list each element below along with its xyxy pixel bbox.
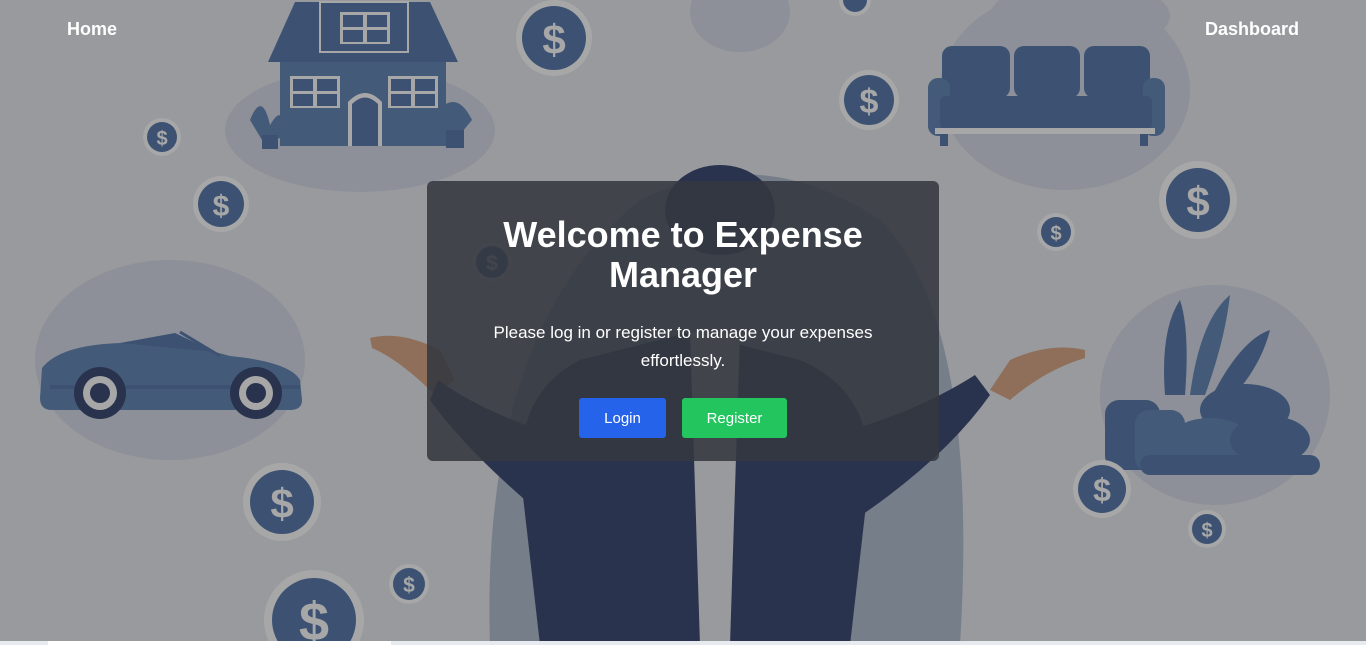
welcome-subtitle: Please log in or register to manage your…: [493, 323, 873, 370]
register-button[interactable]: Register: [682, 398, 787, 438]
top-nav: Home Dashboard: [0, 0, 1366, 62]
welcome-title: Welcome to Expense Manager: [503, 214, 863, 295]
nav-dashboard-link[interactable]: Dashboard: [1205, 19, 1299, 40]
auth-button-row: Login Register: [427, 398, 939, 438]
welcome-card: Welcome to Expense Manager Please log in…: [427, 181, 939, 461]
login-button[interactable]: Login: [579, 398, 666, 438]
nav-home-link[interactable]: Home: [67, 19, 117, 40]
bottom-strip: [0, 641, 1366, 645]
page: $ $ $ $ $ $ $ $ $ $ $ $ Home Dashboard W…: [0, 0, 1366, 645]
bottom-strip-segment: [48, 641, 391, 645]
